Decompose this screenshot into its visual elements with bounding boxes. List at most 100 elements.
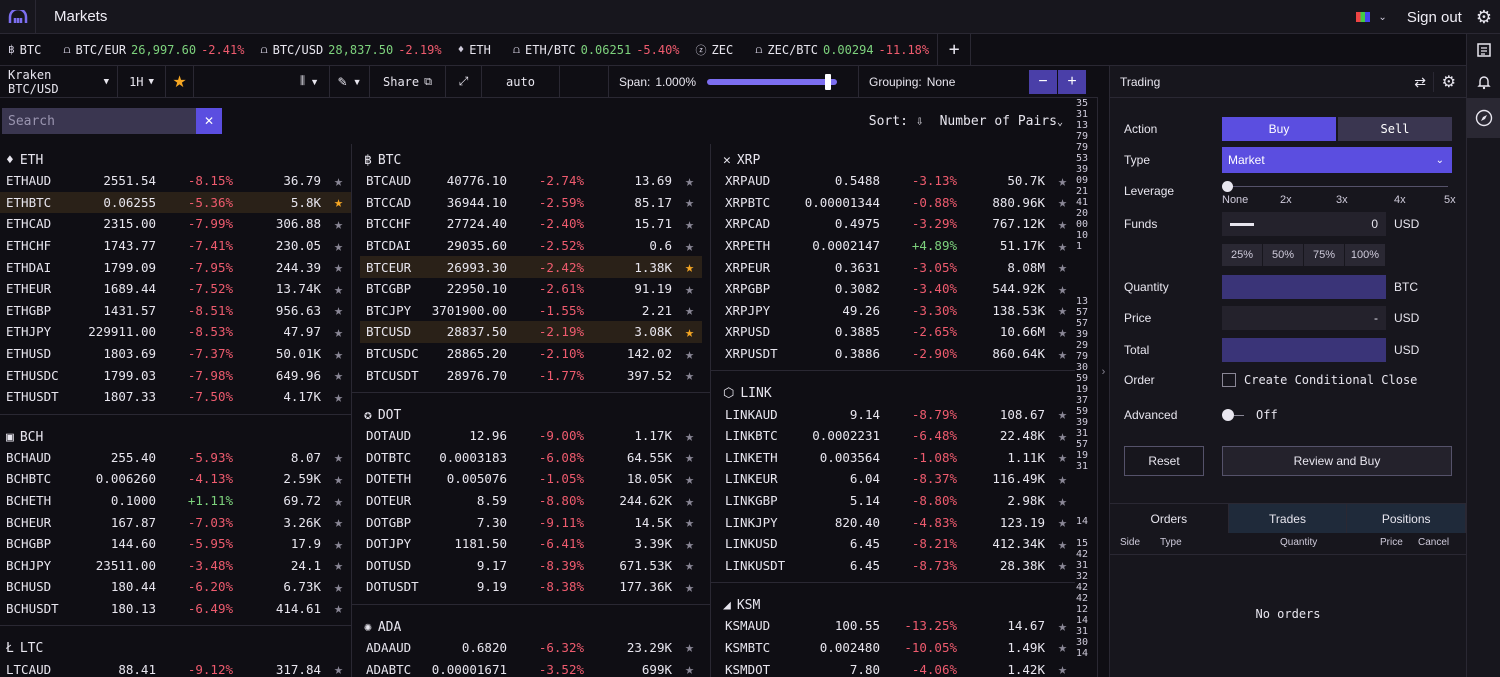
market-row[interactable]: ADAAUD 0.6820 -6.32% 23.29K ★ xyxy=(360,637,702,659)
star-icon[interactable]: ★ xyxy=(1058,448,1067,466)
market-row[interactable]: XRPEUR 0.3631 -3.05% 8.08M ★ xyxy=(711,256,1075,278)
ticker-tab[interactable]: ฿ BTC xyxy=(0,34,55,66)
leverage-slider-handle[interactable] xyxy=(1222,181,1233,192)
market-row[interactable]: ETHEUR 1689.44 -7.52% 13.74K ★ xyxy=(0,278,351,300)
market-row[interactable]: LINKGBP 5.14 -8.80% 2.98K ★ xyxy=(711,490,1075,512)
leverage-tick[interactable]: 5x xyxy=(1444,194,1456,206)
market-row[interactable]: LINKUSD 6.45 -8.21% 412.34K ★ xyxy=(711,533,1075,555)
market-row[interactable]: XRPCAD 0.4975 -3.29% 767.12K ★ xyxy=(711,213,1075,235)
market-row[interactable]: LINKEUR 6.04 -8.37% 116.49K ★ xyxy=(711,468,1075,490)
advanced-toggle[interactable] xyxy=(1222,409,1250,421)
star-icon[interactable]: ★ xyxy=(1058,172,1067,190)
market-row[interactable]: BTCCAD 36944.10 -2.59% 85.17 ★ xyxy=(360,192,702,214)
star-icon[interactable]: ★ xyxy=(334,492,343,510)
sign-out-link[interactable]: Sign out xyxy=(1407,9,1462,26)
star-icon[interactable]: ★ xyxy=(1058,345,1067,363)
star-icon[interactable]: ★ xyxy=(1058,638,1067,656)
order-type-select[interactable]: Market ⌄ xyxy=(1222,147,1452,173)
star-icon[interactable]: ★ xyxy=(1058,215,1067,233)
price-input[interactable]: - xyxy=(1222,306,1386,330)
market-row[interactable]: ETHAUD 2551.54 -8.15% 36.79 ★ xyxy=(0,170,351,192)
market-row[interactable]: BTCCHF 27724.40 -2.40% 15.71 ★ xyxy=(360,213,702,235)
share-button[interactable]: Share ⧉ xyxy=(370,65,446,98)
star-icon[interactable]: ★ xyxy=(334,599,343,617)
market-row[interactable]: DOTUSD 9.17 -8.39% 671.53K ★ xyxy=(360,555,702,577)
market-row[interactable]: ETHCHF 1743.77 -7.41% 230.05 ★ xyxy=(0,235,351,257)
star-icon[interactable]: ★ xyxy=(685,345,694,363)
ticker-tab[interactable]: ⓩ ZEC xyxy=(688,34,748,66)
star-icon[interactable]: ★ xyxy=(334,366,343,384)
market-row[interactable]: BCHETH 0.1000 +1.11% 69.72 ★ xyxy=(0,490,351,512)
star-icon[interactable]: ★ xyxy=(334,301,343,319)
market-row[interactable]: BCHAUD 255.40 -5.93% 8.07 ★ xyxy=(0,447,351,469)
search-input[interactable] xyxy=(2,108,196,134)
star-icon[interactable]: ★ xyxy=(1058,427,1067,445)
star-icon[interactable]: ★ xyxy=(334,556,343,574)
market-row[interactable]: BTCGBP 22950.10 -2.61% 91.19 ★ xyxy=(360,278,702,300)
market-row[interactable]: DOTBTC 0.0003183 -6.08% 64.55K ★ xyxy=(360,447,702,469)
news-icon[interactable] xyxy=(1467,34,1500,66)
market-row[interactable]: KSMAUD 100.55 -13.25% 14.67 ★ xyxy=(711,615,1075,637)
tab-orders[interactable]: Orders xyxy=(1110,504,1229,533)
star-icon[interactable]: ★ xyxy=(334,345,343,363)
market-row[interactable]: BCHEUR 167.87 -7.03% 3.26K ★ xyxy=(0,511,351,533)
star-icon[interactable]: ★ xyxy=(685,556,694,574)
tab-positions[interactable]: Positions xyxy=(1347,504,1467,533)
sell-button[interactable]: Sell xyxy=(1338,117,1452,141)
market-row[interactable]: DOTEUR 8.59 -8.80% 244.62K ★ xyxy=(360,490,702,512)
star-icon[interactable]: ★ xyxy=(334,388,343,406)
star-icon[interactable]: ★ xyxy=(685,323,694,341)
market-row[interactable]: LINKBTC 0.0002231 -6.48% 22.48K ★ xyxy=(711,425,1075,447)
percent-button[interactable]: 50% xyxy=(1263,244,1303,266)
quantity-input[interactable] xyxy=(1222,275,1386,299)
star-icon[interactable]: ★ xyxy=(685,427,694,445)
market-row[interactable]: BTCUSD 28837.50 -2.19% 3.08K ★ xyxy=(360,321,702,343)
buy-button[interactable]: Buy xyxy=(1222,117,1336,141)
market-row[interactable]: XRPUSDT 0.3886 -2.90% 860.64K ★ xyxy=(711,343,1075,365)
star-icon[interactable]: ★ xyxy=(685,470,694,488)
ticker-tab[interactable]: ♦ ETH xyxy=(450,34,505,66)
market-row[interactable]: XRPGBP 0.3082 -3.40% 544.92K ★ xyxy=(711,278,1075,300)
conditional-close-checkbox[interactable] xyxy=(1222,373,1236,387)
star-icon[interactable]: ★ xyxy=(1058,617,1067,635)
pair-selector[interactable]: Kraken BTC/USD ▼ xyxy=(0,65,118,98)
star-icon[interactable]: ★ xyxy=(1058,660,1067,677)
market-row[interactable]: LINKUSDT 6.45 -8.73% 28.38K ★ xyxy=(711,555,1075,577)
indicators-button[interactable]: ⫼ ▼ xyxy=(194,65,330,98)
star-icon[interactable]: ★ xyxy=(334,215,343,233)
ticker-tab[interactable]: ⩍ BTC/USD 28,837.50 -2.19% xyxy=(252,34,449,66)
market-row[interactable]: ETHUSDT 1807.33 -7.50% 4.17K ★ xyxy=(0,386,351,408)
gear-icon[interactable]: ⚙ xyxy=(1476,7,1492,28)
market-row[interactable]: ADABTC 0.00001671 -3.52% 699K ★ xyxy=(360,658,702,677)
market-row[interactable]: ETHBTC 0.06255 -5.36% 5.8K ★ xyxy=(0,191,351,214)
market-row[interactable]: LINKETH 0.003564 -1.08% 1.11K ★ xyxy=(711,447,1075,469)
market-row[interactable]: DOTAUD 12.96 -9.00% 1.17K ★ xyxy=(360,425,702,447)
tab-trades[interactable]: Trades xyxy=(1228,504,1348,533)
star-icon[interactable]: ★ xyxy=(1058,513,1067,531)
market-row[interactable]: KSMDOT 7.80 -4.06% 1.42K ★ xyxy=(711,658,1075,677)
kraken-logo-icon[interactable] xyxy=(0,0,36,34)
chevron-down-icon[interactable]: ⌄ xyxy=(1378,12,1386,23)
zoom-out-button[interactable]: − xyxy=(1029,69,1057,94)
interval-selector[interactable]: 1H ▼ xyxy=(118,65,166,98)
market-row[interactable]: XRPJPY 49.26 -3.30% 138.53K ★ xyxy=(711,300,1075,322)
market-row[interactable]: BCHUSD 180.44 -6.20% 6.73K ★ xyxy=(0,576,351,598)
market-row[interactable]: DOTUSDT 9.19 -8.38% 177.36K ★ xyxy=(360,576,702,598)
span-slider-handle[interactable] xyxy=(825,73,832,90)
market-row[interactable]: LINKAUD 9.14 -8.79% 108.67 ★ xyxy=(711,403,1075,425)
star-icon[interactable]: ★ xyxy=(1058,405,1067,423)
market-row[interactable]: ETHDAI 1799.09 -7.95% 244.39 ★ xyxy=(0,256,351,278)
span-slider[interactable] xyxy=(707,73,838,90)
zoom-in-button[interactable]: + xyxy=(1058,69,1086,94)
gear-icon[interactable]: ⚙ xyxy=(1432,72,1456,92)
leverage-tick[interactable]: 2x xyxy=(1280,194,1292,206)
star-icon[interactable]: ★ xyxy=(685,513,694,531)
swap-icon[interactable]: ⇄ xyxy=(1414,74,1426,91)
compass-icon[interactable] xyxy=(1467,98,1500,138)
market-row[interactable]: BCHJPY 23511.00 -3.48% 24.1 ★ xyxy=(0,555,351,577)
star-icon[interactable]: ★ xyxy=(1058,535,1067,553)
auto-scale-button[interactable]: auto xyxy=(482,65,560,98)
market-row[interactable]: BTCJPY 3701900.00 -1.55% 2.21 ★ xyxy=(360,300,702,322)
star-icon[interactable]: ★ xyxy=(1058,301,1067,319)
language-flag-icon[interactable] xyxy=(1356,12,1371,22)
